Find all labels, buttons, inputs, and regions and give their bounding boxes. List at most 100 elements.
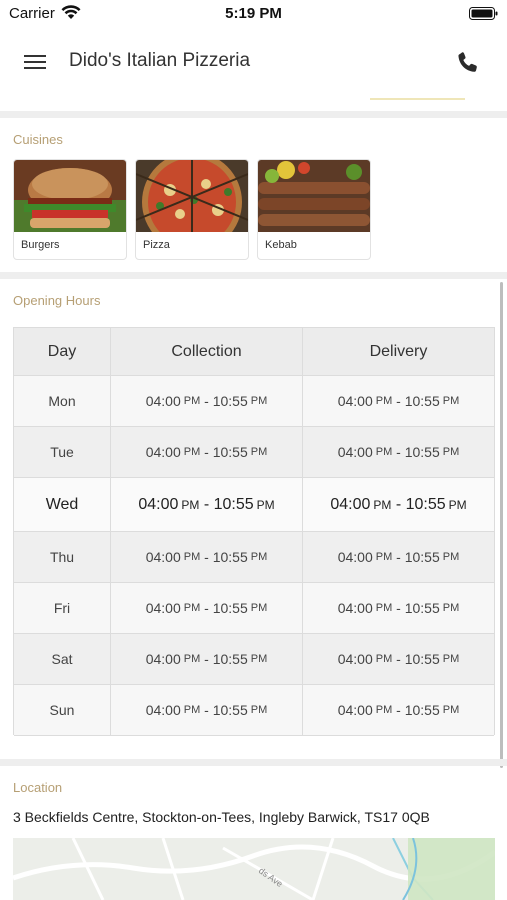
hamburger-icon-bar xyxy=(24,67,46,69)
cuisine-label: Pizza xyxy=(143,239,170,251)
time-separator: - xyxy=(392,393,405,409)
close-time: 10:55 xyxy=(404,444,440,460)
header-day: Day xyxy=(14,328,111,376)
open-ampm: PM xyxy=(183,395,201,407)
open-time: 04:00 xyxy=(337,549,373,565)
open-ampm: PM xyxy=(375,602,393,614)
status-bar: Carrier 5:19 PM xyxy=(0,0,507,30)
day-cell: Tue xyxy=(14,427,111,478)
close-ampm: PM xyxy=(442,602,460,614)
collection-hours-cell: 04:00 PM - 10:55 PM xyxy=(111,478,303,532)
close-ampm: PM xyxy=(256,497,275,512)
kebab-photo-icon xyxy=(258,160,370,232)
close-ampm: PM xyxy=(250,602,268,614)
close-time: 10:55 xyxy=(212,600,248,616)
delivery-hours-cell: 04:00 PM - 10:55 PM xyxy=(303,376,494,427)
close-ampm: PM xyxy=(442,395,460,407)
open-ampm: PM xyxy=(375,395,393,407)
delivery-hours-cell: 04:00 PM - 10:55 PM xyxy=(303,685,494,736)
location-label: Location xyxy=(13,780,63,795)
cuisine-card-kebab[interactable]: Kebab xyxy=(257,159,371,260)
close-ampm: PM xyxy=(442,653,460,665)
close-time: 10:55 xyxy=(405,495,446,513)
hamburger-icon-bar xyxy=(24,61,46,63)
menu-button[interactable] xyxy=(20,50,50,74)
table-row: Mon 04:00 PM - 10:55 PM 04:00 PM - 10:55 PM xyxy=(14,376,494,427)
phone-icon[interactable] xyxy=(455,50,481,76)
close-ampm: PM xyxy=(250,446,268,458)
open-time: 04:00 xyxy=(145,444,181,460)
page-title: Dido's Italian Pizzeria xyxy=(69,50,251,71)
close-time: 10:55 xyxy=(213,495,254,513)
open-time: 04:00 xyxy=(337,651,373,667)
delivery-hours-cell: 04:00 PM - 10:55 PM xyxy=(303,427,494,478)
close-time: 10:55 xyxy=(212,393,248,409)
battery-icon xyxy=(469,7,498,20)
close-ampm: PM xyxy=(442,446,460,458)
location-map[interactable]: ds Ave xyxy=(13,838,495,900)
time-separator: - xyxy=(199,495,214,513)
close-ampm: PM xyxy=(250,395,268,407)
hamburger-icon xyxy=(24,55,46,57)
time-separator: - xyxy=(200,702,213,718)
time-separator: - xyxy=(391,495,406,513)
open-time: 04:00 xyxy=(145,702,181,718)
scrollbar[interactable] xyxy=(500,282,503,768)
time-separator: - xyxy=(392,651,405,667)
open-time: 04:00 xyxy=(337,444,373,460)
close-time: 10:55 xyxy=(404,651,440,667)
close-time: 10:55 xyxy=(212,702,248,718)
address-text: 3 Beckfields Centre, Stockton-on-Tees, I… xyxy=(13,809,430,825)
close-ampm: PM xyxy=(250,704,268,716)
close-ampm: PM xyxy=(442,551,460,563)
day-cell: Sat xyxy=(14,634,111,685)
delivery-hours-cell: 04:00 PM - 10:55 PM xyxy=(303,532,494,583)
section-divider xyxy=(0,272,507,279)
table-row: Sun 04:00 PM - 10:55 PM 04:00 PM - 10:55 PM xyxy=(14,685,494,736)
open-ampm: PM xyxy=(183,551,201,563)
time-separator: - xyxy=(200,651,213,667)
opening-hours-label: Opening Hours xyxy=(13,293,101,308)
close-ampm: PM xyxy=(448,497,467,512)
open-ampm: PM xyxy=(375,551,393,563)
collection-hours-cell: 04:00 PM - 10:55 PM xyxy=(111,376,303,427)
open-time: 04:00 xyxy=(330,495,371,513)
close-time: 10:55 xyxy=(404,393,440,409)
section-divider xyxy=(0,111,507,118)
burger-photo-icon xyxy=(14,160,126,232)
open-ampm: PM xyxy=(183,446,201,458)
status-time: 5:19 PM xyxy=(225,5,282,22)
time-separator: - xyxy=(200,393,213,409)
table-row: Sat 04:00 PM - 10:55 PM 04:00 PM - 10:55 PM xyxy=(14,634,494,685)
close-time: 10:55 xyxy=(404,600,440,616)
close-time: 10:55 xyxy=(404,702,440,718)
cuisine-card-burgers[interactable]: Burgers xyxy=(13,159,127,260)
delivery-hours-cell: 04:00 PM - 10:55 PM xyxy=(303,634,494,685)
time-separator: - xyxy=(392,444,405,460)
close-ampm: PM xyxy=(442,704,460,716)
open-ampm: PM xyxy=(183,704,201,716)
tab-indicator xyxy=(370,98,465,100)
time-separator: - xyxy=(200,549,213,565)
delivery-hours-cell: 04:00 PM - 10:55 PM xyxy=(303,478,494,532)
table-row: Tue 04:00 PM - 10:55 PM 04:00 PM - 10:55 PM xyxy=(14,427,494,478)
open-ampm: PM xyxy=(373,497,392,512)
open-ampm: PM xyxy=(375,653,393,665)
open-time: 04:00 xyxy=(145,651,181,667)
cuisine-label: Burgers xyxy=(21,239,60,251)
time-separator: - xyxy=(392,549,405,565)
table-row: Wed 04:00 PM - 10:55 PM 04:00 PM - 10:55 PM xyxy=(14,478,494,532)
header-collection: Collection xyxy=(111,328,303,376)
collection-hours-cell: 04:00 PM - 10:55 PM xyxy=(111,427,303,478)
open-time: 04:00 xyxy=(337,393,373,409)
open-ampm: PM xyxy=(183,653,201,665)
cuisine-label: Kebab xyxy=(265,239,297,251)
cuisines-label: Cuisines xyxy=(13,132,63,147)
opening-hours-table: Day Collection Delivery Mon 04:00 PM - 10:… xyxy=(13,327,495,736)
close-time: 10:55 xyxy=(212,651,248,667)
cuisine-card-pizza[interactable]: Pizza xyxy=(135,159,249,260)
header-delivery: Delivery xyxy=(303,328,494,376)
open-ampm: PM xyxy=(375,704,393,716)
day-cell: Wed xyxy=(14,478,111,532)
close-time: 10:55 xyxy=(212,444,248,460)
